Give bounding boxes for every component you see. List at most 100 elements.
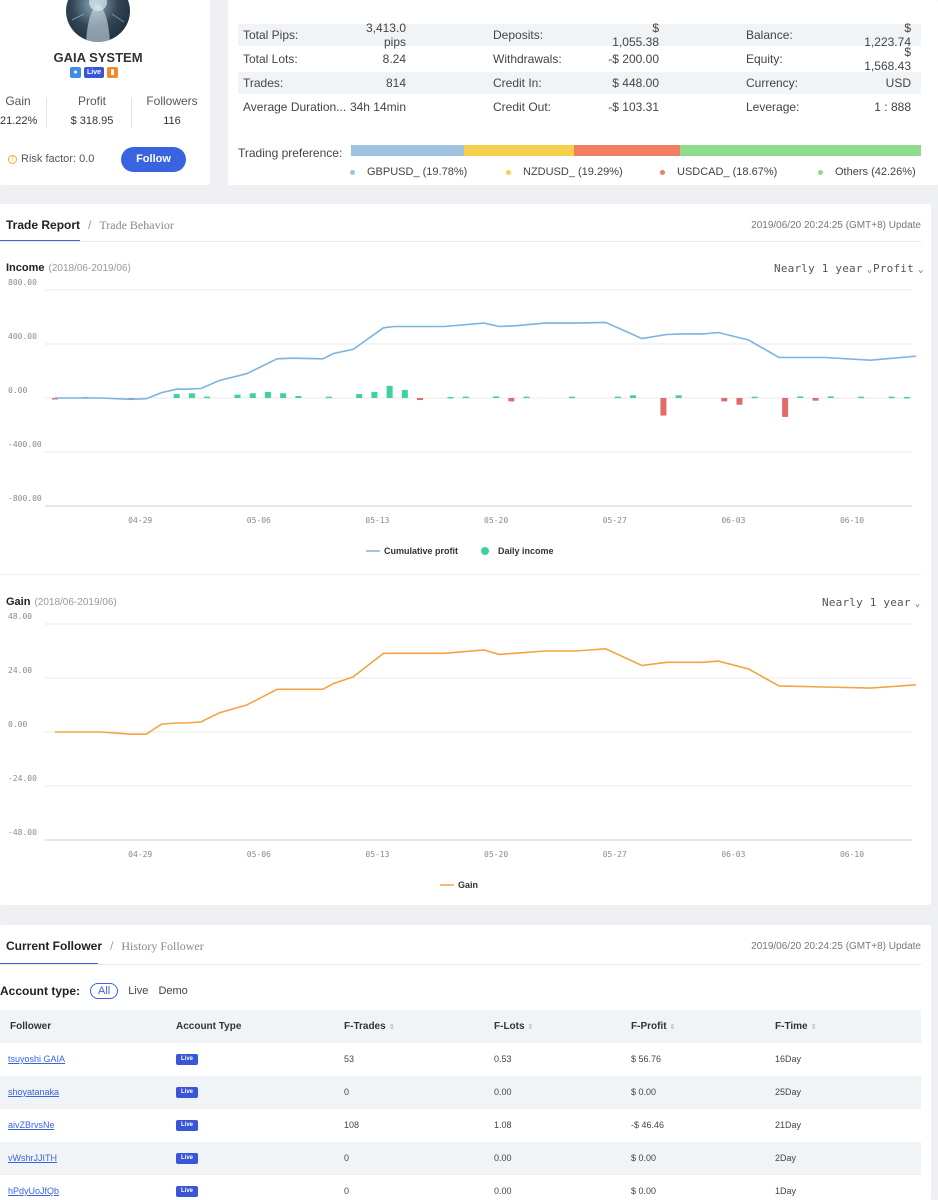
avatar	[66, 0, 130, 42]
legend-label: Cumulative profit	[384, 546, 458, 556]
preference-legend-item: GBPUSD_ (19.78%)	[350, 166, 467, 178]
preference-legend-item: NZDUSD_ (19.29%)	[506, 166, 623, 178]
daily-income-bar	[204, 396, 211, 399]
daily-income-bar	[888, 396, 895, 399]
stat-label: Deposits:	[493, 28, 544, 42]
legend-dot-icon	[481, 547, 489, 555]
stats-row: Total Lots: 8.24 Withdrawals: -$ 200.00 Equi…	[238, 45, 921, 73]
stat-label: Credit Out:	[493, 100, 552, 114]
daily-income-bar	[356, 393, 363, 398]
filter-demo[interactable]: Demo	[158, 985, 187, 997]
follow-button[interactable]: Follow	[121, 147, 186, 172]
income-chart: 800.00 400.00 0.00 -400.00 -800.00 04-29 05-06…	[8, 278, 916, 556]
follower-table-header: Follower Account Type F-Trades ⇕ F-Lots ⇕ …	[0, 1010, 921, 1043]
table-row: tsuyoshi GAIA 53 0.53 $ 56.76 16Day Live	[0, 1043, 921, 1076]
daily-income-bar	[614, 396, 621, 399]
daily-income-bar	[812, 398, 819, 401]
account-type-badge: Live	[176, 1120, 198, 1131]
stat-value: USD	[885, 76, 911, 90]
gain-stat: Gain 21.22%	[0, 94, 38, 127]
daily-income-bar	[264, 391, 271, 398]
stats-row: Total Pips: 3,413.0 pips Deposits: $ 1,055.…	[238, 21, 921, 49]
f-time-cell: 2Day	[775, 1153, 797, 1163]
sort-icon[interactable]: ⇕	[528, 1024, 534, 1031]
report-timestamp: 2019/06/20 20:24:25 (GMT+8) Update	[751, 220, 921, 231]
f-time-cell: 25Day	[775, 1087, 802, 1097]
trade-report-card: Trade Report / Trade Behavior 2019/06/20…	[0, 204, 931, 905]
followers-label: Followers	[146, 94, 198, 108]
col-f-trades[interactable]: F-Trades ⇕	[344, 1021, 395, 1032]
f-lots-cell: 0.53	[494, 1054, 512, 1064]
f-trades-cell: 0	[344, 1186, 350, 1196]
gain-title: Gain	[6, 596, 31, 608]
y-tick-label: 400.00	[8, 332, 37, 341]
preference-legend-label: GBPUSD_ (19.78%)	[367, 166, 468, 178]
tab-separator: /	[88, 218, 92, 232]
f-time-cell: 21Day	[775, 1120, 802, 1130]
gain-label: Gain	[5, 94, 31, 108]
sort-icon[interactable]: ⇕	[670, 1024, 676, 1031]
f-lots-cell: 0.00	[494, 1186, 512, 1196]
daily-income-bar	[173, 393, 180, 398]
f-trades-cell: 0	[344, 1153, 350, 1163]
y-tick-label: 0.00	[8, 720, 27, 729]
income-title: Income	[6, 262, 45, 274]
filter-live[interactable]: Live	[128, 985, 148, 997]
tab-trade-behavior[interactable]: Trade Behavior	[99, 218, 174, 233]
trading-preference-bar	[351, 145, 921, 156]
sort-icon[interactable]: ⇕	[389, 1024, 395, 1031]
sort-icon[interactable]: ⇕	[811, 1024, 817, 1031]
daily-income-bar	[660, 398, 667, 416]
follower-name-link[interactable]: aivZBrvsNe	[8, 1120, 55, 1130]
x-tick-label: 05-06	[247, 516, 271, 525]
table-row: vWshrJJITH 0 0.00 $ 0.00 2Day Live	[0, 1142, 921, 1175]
follower-name-link[interactable]: hPdyUoJfQb	[8, 1186, 59, 1196]
follower-name-link[interactable]: tsuyoshi GAIA	[8, 1054, 65, 1064]
follower-name-link[interactable]: shoyatanaka	[8, 1087, 59, 1097]
stat-value: 3,413.0 pips	[365, 21, 406, 49]
col-f-lots[interactable]: F-Lots ⇕	[494, 1021, 533, 1032]
follower-card: Current Follower / History Follower 2019…	[0, 925, 931, 1200]
gain-value: 21.22%	[0, 115, 38, 127]
daily-income-bar	[386, 385, 393, 398]
daily-income-bar	[797, 396, 804, 398]
account-stats-card: Total Pips: 3,413.0 pips Deposits: $ 1,055.…	[228, 0, 938, 185]
account-type-badge: Live	[176, 1087, 198, 1098]
daily-income-bar	[721, 398, 728, 402]
followers-value: 116	[163, 115, 181, 127]
tab-trade-report[interactable]: Trade Report	[6, 218, 80, 233]
stat-label: Average Duration...	[243, 100, 347, 114]
f-profit-cell: $ 56.76	[631, 1054, 662, 1064]
daily-income-bar	[401, 389, 408, 398]
info-icon: !	[8, 154, 17, 164]
filter-all[interactable]: All	[90, 983, 119, 999]
table-row: hPdyUoJfQb 0 0.00 $ 0.00 1Day Live	[0, 1175, 921, 1200]
stat-label: Leverage:	[746, 100, 800, 114]
daily-income-bar	[447, 396, 454, 399]
divider	[0, 241, 921, 242]
tab-separator: /	[110, 939, 114, 953]
col-account-type: Account Type	[176, 1021, 241, 1032]
account-type-badge: Live	[176, 1153, 198, 1164]
daily-income-bar	[508, 398, 515, 402]
table-row: shoyatanaka 0 0.00 $ 0.00 25Day Live	[0, 1076, 921, 1109]
tab-current-follower[interactable]: Current Follower	[6, 939, 102, 954]
profile-badges: ● Live ▮	[70, 67, 118, 78]
daily-income-bar	[782, 398, 789, 417]
daily-income-bar	[827, 396, 834, 398]
col-f-profit[interactable]: F-Profit ⇕	[631, 1021, 675, 1032]
preference-legend-item: USDCAD_ (18.67%)	[660, 166, 777, 178]
account-type-badge: Live	[176, 1186, 198, 1197]
stats-row: Average Duration... 34h 14min Credit Out: -…	[238, 96, 921, 118]
x-tick-label: 04-29	[128, 516, 152, 525]
x-tick-label: 05-20	[484, 850, 508, 859]
daily-income-bar	[249, 393, 256, 398]
y-tick-label: 48.00	[8, 612, 32, 621]
tab-history-follower[interactable]: History Follower	[121, 939, 203, 954]
col-f-profit-label: F-Profit	[631, 1021, 667, 1032]
col-f-time[interactable]: F-Time ⇕	[775, 1021, 816, 1032]
daily-income-bar	[493, 396, 500, 398]
y-tick-label: 24.00	[8, 666, 32, 675]
follower-name-link[interactable]: vWshrJJITH	[8, 1153, 57, 1163]
user-icon: ●	[70, 67, 81, 78]
